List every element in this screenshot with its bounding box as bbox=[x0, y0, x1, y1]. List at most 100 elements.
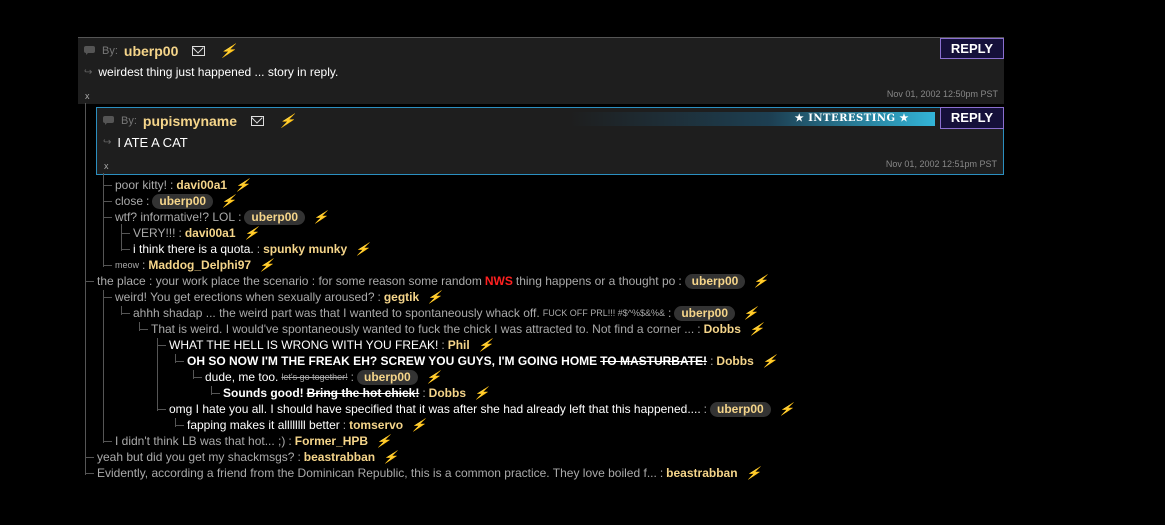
lightning-icon[interactable]: ⚡ bbox=[476, 338, 496, 352]
lightning-icon[interactable]: ⚡ bbox=[747, 322, 767, 336]
reply-text[interactable]: yeah but did you get my shackmsgs? bbox=[97, 450, 294, 464]
reply-text[interactable]: Evidently, according a friend from the D… bbox=[97, 466, 657, 480]
reply-button[interactable]: REPLY bbox=[940, 38, 1004, 59]
list-item[interactable]: OH SO NOW I'M THE FREAK EH? SCREW YOU GU… bbox=[176, 353, 780, 369]
reply-text[interactable]: omg I hate you all. I should have specif… bbox=[169, 402, 701, 416]
reply-text-cont[interactable]: thing happens or a thought po bbox=[516, 274, 675, 288]
reply-author[interactable]: Phil bbox=[448, 338, 470, 352]
list-item[interactable]: fapping makes it allllllll better : toms… bbox=[176, 417, 430, 433]
separator: : bbox=[703, 402, 708, 416]
reply-author[interactable]: uberp00 bbox=[152, 193, 214, 209]
lightning-icon[interactable]: ⚡ bbox=[354, 242, 374, 256]
reply-author[interactable]: uberp00 bbox=[244, 209, 306, 225]
list-item[interactable]: meow : Maddog_Delphi97 ⚡ bbox=[104, 257, 278, 273]
list-item[interactable]: yeah but did you get my shackmsgs? : bea… bbox=[86, 449, 402, 465]
reply-text[interactable]: That is weird. I would've spontaneously … bbox=[151, 322, 694, 336]
list-item[interactable]: i think there is a quota. : spunky munky… bbox=[122, 241, 374, 257]
lightning-icon[interactable]: ⚡ bbox=[382, 450, 402, 464]
reply-author[interactable]: uberp00 bbox=[674, 305, 735, 321]
by-label: By: bbox=[121, 115, 137, 127]
separator: : bbox=[146, 194, 150, 208]
lightning-icon[interactable]: ⚡ bbox=[234, 178, 254, 192]
reply-author[interactable]: beastrabban bbox=[666, 466, 737, 480]
post-author[interactable]: uberp00 bbox=[124, 43, 178, 59]
reply-text[interactable]: ahhh shadap ... the weird part was that … bbox=[133, 306, 540, 320]
reply-text[interactable]: the place : your work place the scenario… bbox=[97, 274, 482, 288]
lightning-icon[interactable]: ⚡ bbox=[410, 418, 430, 432]
reply-text[interactable]: OH SO NOW I'M THE FREAK EH? SCREW YOU GU… bbox=[187, 354, 597, 368]
lightning-icon[interactable]: ⚡ bbox=[312, 210, 332, 224]
list-item[interactable]: WHAT THE HELL IS WRONG WITH YOU FREAK! :… bbox=[158, 337, 496, 353]
list-item[interactable]: I didn't think LB was that hot... ;) : F… bbox=[104, 433, 395, 449]
reply-author[interactable]: uberp00 bbox=[684, 273, 746, 289]
collapse-x-link[interactable]: x bbox=[104, 161, 109, 171]
lightning-icon[interactable]: ⚡ bbox=[375, 434, 395, 448]
tree-line bbox=[103, 290, 104, 443]
root-post: By: uberp00 ⚡ ↪ weirdest thing just happ… bbox=[78, 37, 1004, 104]
list-item[interactable]: close : uberp00 ⚡ bbox=[104, 193, 240, 209]
lightning-icon[interactable]: ⚡ bbox=[257, 258, 277, 272]
list-item[interactable]: That is weird. I would've spontaneously … bbox=[140, 321, 767, 337]
list-item[interactable]: wtf? informative!? LOL : uberp00 ⚡ bbox=[104, 209, 332, 225]
reply-text[interactable]: weird! You get erections when sexually a… bbox=[115, 290, 375, 304]
reply-text[interactable]: Sounds good! bbox=[223, 386, 304, 400]
reply-text[interactable]: I didn't think LB was that hot... ;) bbox=[115, 434, 285, 448]
post-author[interactable]: pupismyname bbox=[143, 113, 237, 129]
reply-author[interactable]: Dobbs bbox=[704, 322, 741, 336]
reply-author[interactable]: Dobbs bbox=[716, 354, 753, 368]
reply-author[interactable]: Former_HPB bbox=[295, 434, 368, 448]
reply-author[interactable]: davi00a1 bbox=[176, 178, 227, 192]
list-item[interactable]: the place : your work place the scenario… bbox=[86, 273, 772, 289]
separator: : bbox=[710, 354, 714, 368]
list-item[interactable]: Evidently, according a friend from the D… bbox=[86, 465, 764, 481]
list-item[interactable]: Sounds good! Bring the hot chick! : Dobb… bbox=[212, 385, 493, 401]
reply-text[interactable]: dude, me too. bbox=[205, 370, 278, 384]
reply-author[interactable]: Dobbs bbox=[429, 386, 466, 400]
separator: : bbox=[350, 370, 354, 384]
mail-icon[interactable] bbox=[251, 116, 265, 126]
reply-text[interactable]: close bbox=[115, 194, 143, 208]
reply-text[interactable]: i think there is a quota. bbox=[133, 242, 254, 256]
reply-author[interactable]: spunky munky bbox=[263, 242, 347, 256]
list-item[interactable]: omg I hate you all. I should have specif… bbox=[158, 401, 797, 417]
list-item[interactable]: poor kitty! : davi00a1 ⚡ bbox=[104, 177, 254, 193]
reply-text[interactable]: fapping makes it allllllll better bbox=[187, 418, 340, 432]
lightning-icon[interactable]: ⚡ bbox=[277, 113, 299, 129]
reply-text[interactable]: VERY!!! bbox=[133, 226, 175, 240]
reply-arrow-icon: ↪ bbox=[103, 137, 112, 148]
reply-author[interactable]: tomservo bbox=[349, 418, 403, 432]
highlighted-reply-post: ★ INTERESTING ★ By: pupismyname ⚡ ↪ I AT… bbox=[96, 107, 1004, 175]
lightning-icon[interactable]: ⚡ bbox=[752, 274, 772, 288]
list-item[interactable]: ahhh shadap ... the weird part was that … bbox=[122, 305, 762, 321]
reply-text[interactable]: meow bbox=[115, 260, 139, 270]
reply-button[interactable]: REPLY bbox=[940, 107, 1004, 129]
reply-author[interactable]: Maddog_Delphi97 bbox=[148, 258, 251, 272]
reply-text[interactable]: poor kitty! bbox=[115, 178, 167, 192]
lightning-icon[interactable]: ⚡ bbox=[242, 226, 262, 240]
lightning-icon[interactable]: ⚡ bbox=[424, 370, 444, 384]
separator: : bbox=[441, 338, 445, 352]
collapse-x-link[interactable]: x bbox=[85, 91, 90, 101]
reply-author[interactable]: gegtik bbox=[384, 290, 419, 304]
list-item[interactable]: weird! You get erections when sexually a… bbox=[104, 289, 446, 305]
lightning-icon[interactable]: ⚡ bbox=[426, 290, 446, 304]
reply-author[interactable]: beastrabban bbox=[304, 450, 375, 464]
reply-text[interactable]: wtf? informative!? LOL bbox=[115, 210, 235, 224]
reply-author[interactable]: uberp00 bbox=[357, 369, 418, 385]
reply-author[interactable]: uberp00 bbox=[710, 401, 771, 417]
list-item[interactable]: VERY!!! : davi00a1 ⚡ bbox=[122, 225, 262, 241]
mail-icon[interactable] bbox=[192, 46, 206, 56]
lightning-icon[interactable]: ⚡ bbox=[744, 466, 764, 480]
lightning-icon[interactable]: ⚡ bbox=[760, 354, 780, 368]
lightning-icon[interactable]: ⚡ bbox=[472, 386, 492, 400]
separator: : bbox=[667, 306, 672, 320]
reply-text[interactable]: WHAT THE HELL IS WRONG WITH YOU FREAK! bbox=[169, 338, 438, 352]
separator: : bbox=[170, 178, 174, 192]
list-item[interactable]: dude, me too. let's go together! : uberp… bbox=[194, 369, 444, 385]
separator: : bbox=[678, 274, 682, 288]
lightning-icon[interactable]: ⚡ bbox=[777, 402, 797, 416]
lightning-icon[interactable]: ⚡ bbox=[219, 194, 239, 208]
lightning-icon[interactable]: ⚡ bbox=[218, 43, 241, 59]
reply-author[interactable]: davi00a1 bbox=[185, 226, 236, 240]
lightning-icon[interactable]: ⚡ bbox=[741, 306, 761, 320]
